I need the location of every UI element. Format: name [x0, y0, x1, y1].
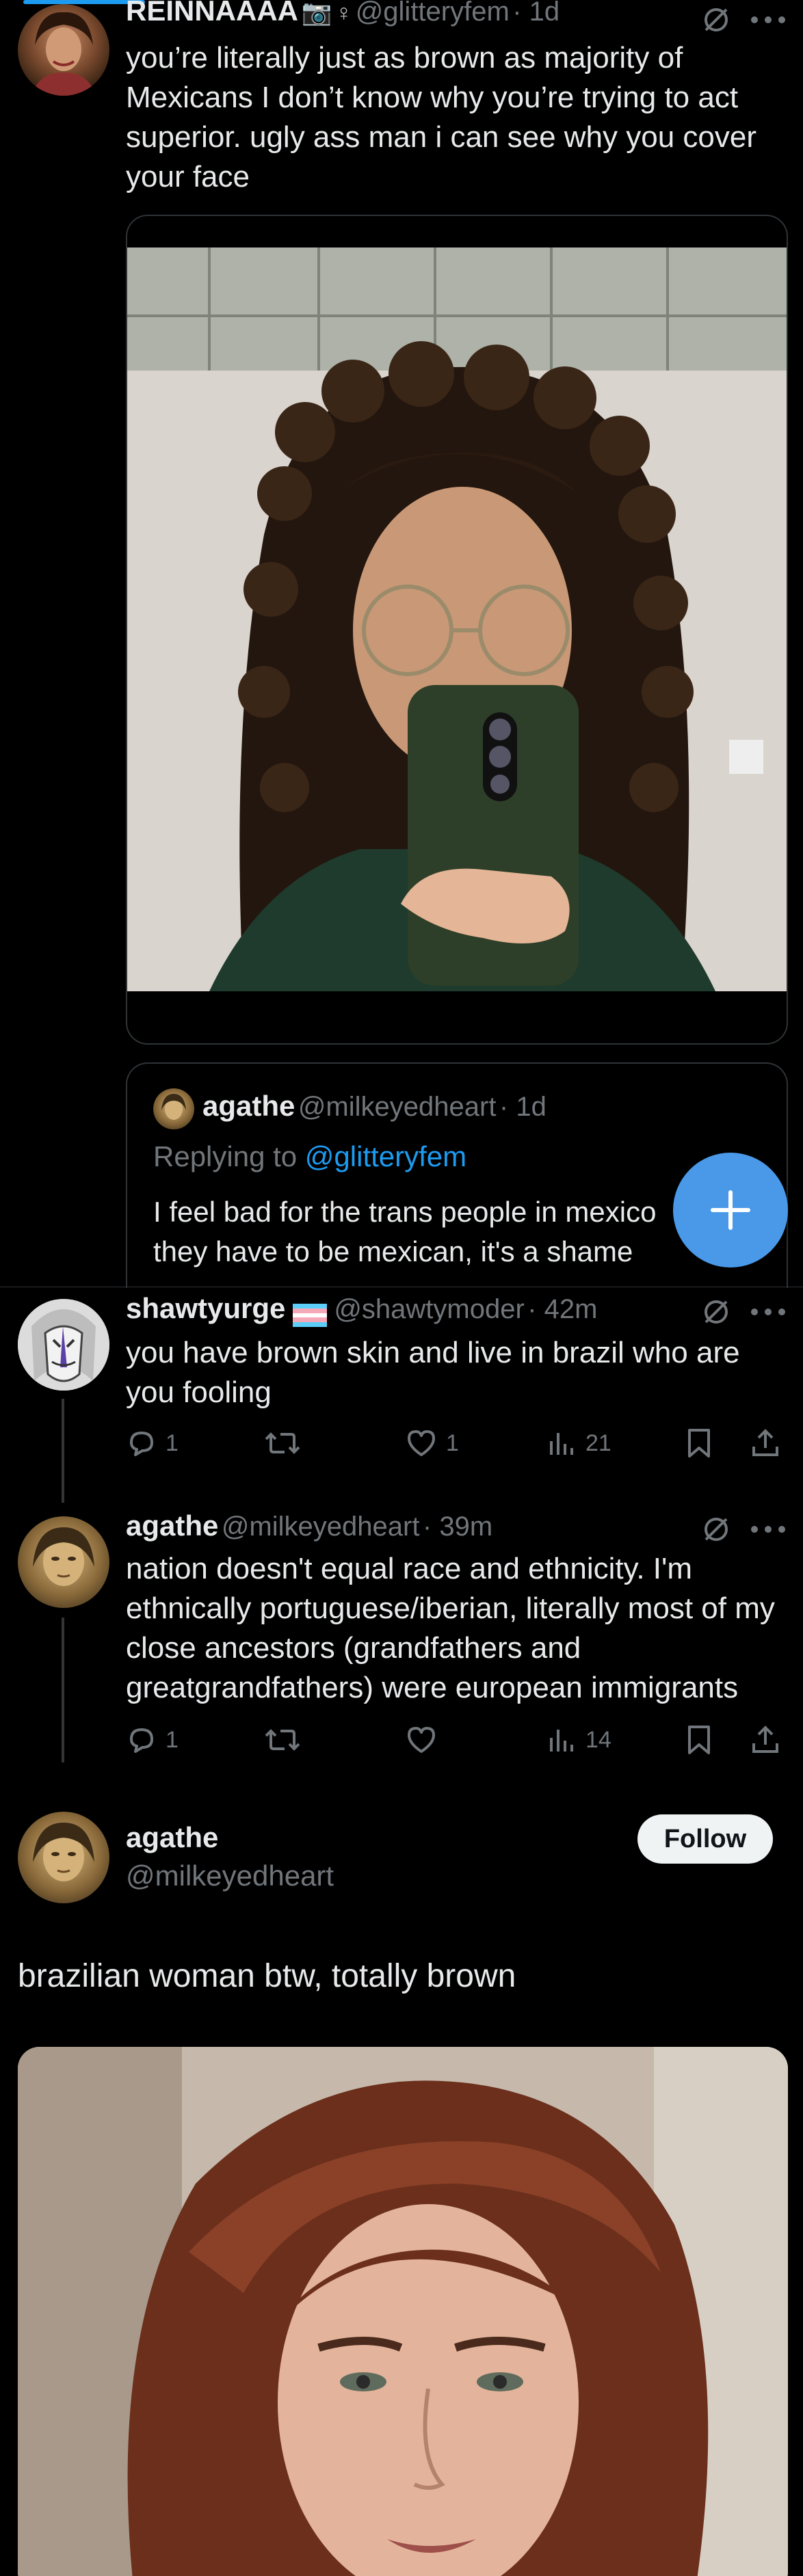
timestamp[interactable]: · 1d	[512, 0, 560, 27]
repost-icon	[265, 1729, 300, 1751]
author-handle[interactable]: @milkeyedheart	[126, 1860, 334, 1892]
more-options-icon[interactable]	[750, 1307, 787, 1320]
bookmark-button[interactable]	[685, 1427, 713, 1459]
tweet-text: brazilian woman btw, totally brown	[18, 1958, 516, 1994]
timestamp[interactable]: · 42m	[527, 1294, 597, 1324]
grok-icon[interactable]	[700, 1514, 732, 1548]
bookmark-icon	[688, 1726, 710, 1754]
compose-fab-button[interactable]	[673, 1153, 788, 1267]
author-handle[interactable]: @shawtymoder	[334, 1294, 524, 1324]
trans-flag-icon	[292, 1303, 327, 1327]
like-button[interactable]: 1	[405, 1427, 459, 1459]
more-options-icon[interactable]	[750, 15, 787, 28]
replying-to-link[interactable]: @glitteryfem	[305, 1140, 466, 1172]
heart-icon	[408, 1727, 435, 1753]
quoted-author-handle[interactable]: @milkeyedheart	[298, 1092, 497, 1122]
plus-icon	[711, 1190, 750, 1230]
replying-to-label: Replying to	[153, 1140, 298, 1172]
reply-icon	[130, 1728, 153, 1753]
share-icon	[752, 1726, 778, 1753]
like-count: 1	[446, 1430, 459, 1456]
reply-button[interactable]: 1	[126, 1724, 179, 1756]
share-button[interactable]	[750, 1724, 781, 1756]
bookmark-icon	[688, 1429, 710, 1458]
camera-emoji-icon: 📷	[301, 0, 332, 26]
views-button[interactable]: 21	[547, 1427, 611, 1459]
avatar[interactable]	[18, 4, 109, 96]
views-count: 21	[585, 1430, 611, 1456]
grok-icon[interactable]	[700, 1296, 732, 1331]
avatar[interactable]	[18, 1812, 109, 1903]
grok-icon[interactable]	[700, 4, 732, 39]
author-name[interactable]: shawtyurge	[126, 1292, 285, 1324]
views-button[interactable]: 14	[547, 1724, 611, 1756]
repost-button[interactable]	[264, 1724, 309, 1756]
thread-connector	[62, 1399, 64, 1503]
selfie-photo[interactable]	[127, 247, 787, 991]
reply-button[interactable]: 1	[126, 1427, 179, 1459]
quoted-timestamp[interactable]: · 1d	[499, 1092, 547, 1122]
author-name[interactable]: REINNAAAA	[126, 0, 298, 27]
thread-connector	[62, 1618, 64, 1762]
repost-button[interactable]	[264, 1427, 309, 1459]
bookmark-button[interactable]	[685, 1724, 713, 1756]
avatar[interactable]	[18, 1516, 109, 1608]
more-options-icon[interactable]	[750, 1525, 787, 1538]
repost-icon	[265, 1432, 300, 1454]
like-button[interactable]	[405, 1724, 446, 1756]
timestamp[interactable]: · 39m	[423, 1512, 492, 1542]
follow-button[interactable]: Follow	[637, 1814, 773, 1864]
reply-count: 1	[166, 1430, 179, 1456]
views-count: 14	[585, 1726, 611, 1753]
mirror-emoji-icon: ♀	[334, 0, 353, 26]
media-card[interactable]	[126, 215, 788, 1045]
tweet-text: you have brown skin and live in brazil w…	[126, 1336, 740, 1409]
share-icon	[752, 1429, 778, 1456]
quoted-author-name[interactable]: agathe	[202, 1090, 295, 1122]
author-name[interactable]: agathe	[126, 1510, 218, 1542]
tweet-text: you’re literally just as brown as majori…	[126, 41, 757, 193]
share-button[interactable]	[750, 1427, 781, 1459]
reply-icon	[130, 1432, 153, 1456]
tweet-text: nation doesn't equal race and ethnicity.…	[126, 1552, 775, 1704]
avatar[interactable]	[18, 1299, 109, 1391]
author-handle[interactable]: @milkeyedheart	[222, 1512, 420, 1542]
author-handle[interactable]: @glitteryfem	[356, 0, 510, 27]
views-icon	[550, 1730, 573, 1752]
author-name[interactable]: agathe	[126, 1821, 218, 1854]
avatar[interactable]	[153, 1088, 194, 1129]
woman-photo[interactable]	[18, 2047, 788, 2576]
heart-icon	[408, 1430, 435, 1456]
quoted-tweet-text: I feel bad for the trans people in mexic…	[153, 1196, 657, 1267]
reply-count: 1	[166, 1726, 179, 1753]
views-icon	[550, 1433, 573, 1455]
